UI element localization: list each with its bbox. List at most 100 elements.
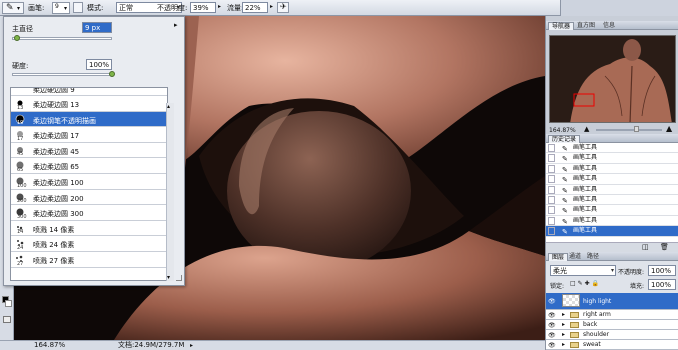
brush-size: 27 (17, 260, 24, 267)
blend-mode-select[interactable]: 柔光 ▾ (550, 265, 616, 276)
list-item[interactable]: 100 柔边柔边圆 100 (11, 174, 167, 190)
list-item[interactable]: 27 喷溅 27 像素 (11, 252, 167, 268)
navigator-zoom[interactable]: 164.87% (549, 127, 576, 134)
expand-arrow-icon[interactable]: ▸ (562, 310, 565, 320)
hardness-input[interactable]: 100% (86, 59, 112, 70)
history-label: 画笔工具 (573, 227, 598, 235)
lock-icons[interactable]: □ ✎ ✚ 🔒 (570, 280, 599, 287)
tab-histogram[interactable]: 直方图 (574, 22, 598, 30)
history-item[interactable]: ✎ 画笔工具 (546, 205, 678, 216)
zoom-level[interactable]: 164.87% (34, 341, 65, 350)
tab-info[interactable]: 信息 (600, 22, 618, 30)
list-item[interactable]: 24 喷溅 24 像素 (11, 236, 167, 252)
layer-item[interactable]: 👁 ▸ back (546, 320, 678, 330)
brush-list-scrollbar[interactable]: ▴ ▾ (166, 103, 174, 281)
layer-item[interactable]: 👁 high light (546, 293, 678, 310)
eye-icon[interactable]: 👁 (548, 294, 558, 309)
layer-opacity-input[interactable]: 100% (648, 265, 676, 276)
navigator-zoom-knob[interactable] (634, 126, 639, 132)
history-item[interactable]: ✎ 画笔工具 (546, 143, 678, 154)
history-source-box[interactable] (548, 195, 555, 204)
layer-opacity-label: 不透明度: (618, 269, 645, 276)
chevron-right-icon[interactable]: ▸ (190, 341, 193, 350)
background-color-swatch[interactable] (5, 300, 12, 307)
list-item[interactable]: 柔边硬边圆 9 (11, 88, 167, 96)
tab-navigator[interactable]: 导航器 (548, 22, 575, 30)
history-item[interactable]: ✎ 画笔工具 (546, 164, 678, 175)
navigator-zoom-slider[interactable] (596, 129, 662, 131)
zoom-out-icon[interactable]: ▲ (584, 125, 589, 133)
list-item[interactable]: 14 喷溅 14 像素 (11, 221, 167, 237)
history-item[interactable]: ✎ 画笔工具 (546, 185, 678, 195)
history-source-box[interactable] (548, 185, 555, 194)
fill-input[interactable]: 100% (648, 279, 676, 290)
brush-panel-toggle[interactable] (73, 2, 83, 13)
opacity-input[interactable]: 39% (190, 2, 216, 13)
brush-picker[interactable]: 9 ▾ (52, 2, 70, 14)
master-diameter-label: 主直径 (12, 25, 33, 33)
list-item[interactable]: 45 柔边柔边圆 45 (11, 143, 167, 159)
chevron-right-icon[interactable]: ▸ (270, 3, 273, 10)
tab-history[interactable]: 历史记录 (548, 135, 581, 143)
layer-item[interactable]: 👁 ▸ right arm (546, 310, 678, 320)
history-source-box[interactable] (548, 144, 555, 152)
tool-preset-picker[interactable]: ✎ ▾ (2, 2, 24, 14)
history-source-box[interactable] (548, 216, 555, 225)
expand-arrow-icon[interactable]: ▸ (562, 320, 565, 330)
brush-label: 画笔: (28, 4, 45, 12)
hardness-value: 100% (89, 61, 110, 69)
quick-mask-button[interactable] (3, 316, 11, 323)
list-item[interactable]: 300 柔边柔边圆 300 (11, 205, 167, 221)
scroll-up-icon[interactable]: ▴ (167, 103, 170, 110)
brush-size: 24 (17, 244, 24, 251)
expand-arrow-icon[interactable]: ▸ (562, 340, 565, 350)
master-diameter-input[interactable]: 9 px (82, 22, 112, 33)
list-item[interactable]: 19 柔边钢笔不透明描画 (11, 111, 167, 128)
flow-input[interactable]: 22% (242, 2, 268, 13)
eye-icon[interactable]: 👁 (548, 341, 558, 350)
brush-name: 喷溅 14 像素 (33, 225, 75, 234)
tab-paths[interactable]: 路径 (584, 253, 602, 261)
airbrush-button[interactable]: ✈ (277, 2, 289, 13)
layer-item[interactable]: 👁 ▸ shoulder (546, 330, 678, 340)
history-item[interactable]: ✎ 画笔工具 (546, 226, 678, 237)
tab-channels[interactable]: 通道 (566, 253, 584, 261)
layer-name: sweat (583, 341, 601, 348)
history-item[interactable]: ✎ 画笔工具 (546, 216, 678, 227)
history-source-box[interactable] (548, 164, 555, 173)
list-item[interactable]: 17 柔边柔边圆 17 (11, 127, 167, 143)
zoom-in-icon[interactable]: ▲ (666, 124, 672, 133)
history-item[interactable]: ✎ 画笔工具 (546, 174, 678, 185)
history-item[interactable]: ✎ 画笔工具 (546, 153, 678, 164)
master-diameter-slider-knob[interactable] (14, 35, 20, 41)
list-item[interactable]: 13 柔边硬边圆 13 (11, 96, 167, 112)
hardness-slider[interactable] (12, 73, 112, 76)
layer-item[interactable]: 👁 ▸ sweat (546, 340, 678, 350)
list-item[interactable]: 65 柔边柔边圆 65 (11, 158, 167, 174)
history-source-box[interactable] (548, 154, 555, 163)
list-item[interactable]: 200 柔边柔边圆 200 (11, 190, 167, 206)
mode-label: 模式: (87, 4, 104, 12)
history-panel: 历史记录 ✎ 画笔工具 ✎ 画笔工具 ✎ 画笔工具 ✎ 画笔工具 ✎ 画笔工具 ✎ 画笔工具… (546, 134, 678, 252)
hardness-slider-knob[interactable] (109, 71, 115, 77)
history-item[interactable]: ✎ 画笔工具 (546, 195, 678, 206)
brush-size: 17 (17, 135, 24, 142)
panel-menu-icon[interactable]: ▸ (174, 21, 178, 29)
tab-layers[interactable]: 图层 (548, 253, 569, 261)
history-source-box[interactable] (548, 175, 555, 184)
navigator-thumbnail[interactable] (549, 35, 676, 123)
resize-grip[interactable] (176, 275, 182, 281)
history-source-box[interactable] (548, 227, 555, 236)
expand-arrow-icon[interactable]: ▸ (562, 330, 565, 340)
brush-list: 柔边硬边圆 9 13 柔边硬边圆 13 19 柔边钢笔不透明描画 17 柔边柔边… (10, 87, 168, 281)
brush-icon: ✎ (562, 228, 568, 237)
chevron-right-icon[interactable]: ▸ (218, 3, 221, 10)
master-diameter-slider[interactable] (12, 37, 112, 40)
brush-size: 13 (17, 104, 24, 111)
history-source-box[interactable] (548, 206, 555, 215)
new-snapshot-icon[interactable]: ◫ (642, 243, 649, 251)
status-bar: 164.87% 文档:24.9M/279.7M ▸ (0, 340, 545, 350)
scroll-down-icon[interactable]: ▾ (167, 274, 170, 281)
trash-icon[interactable]: 🗑 (660, 243, 669, 251)
layers-panel: 图层 通道 路径 柔光 ▾ 不透明度: 100% 锁定: □ ✎ ✚ 🔒 填充: … (546, 252, 678, 350)
